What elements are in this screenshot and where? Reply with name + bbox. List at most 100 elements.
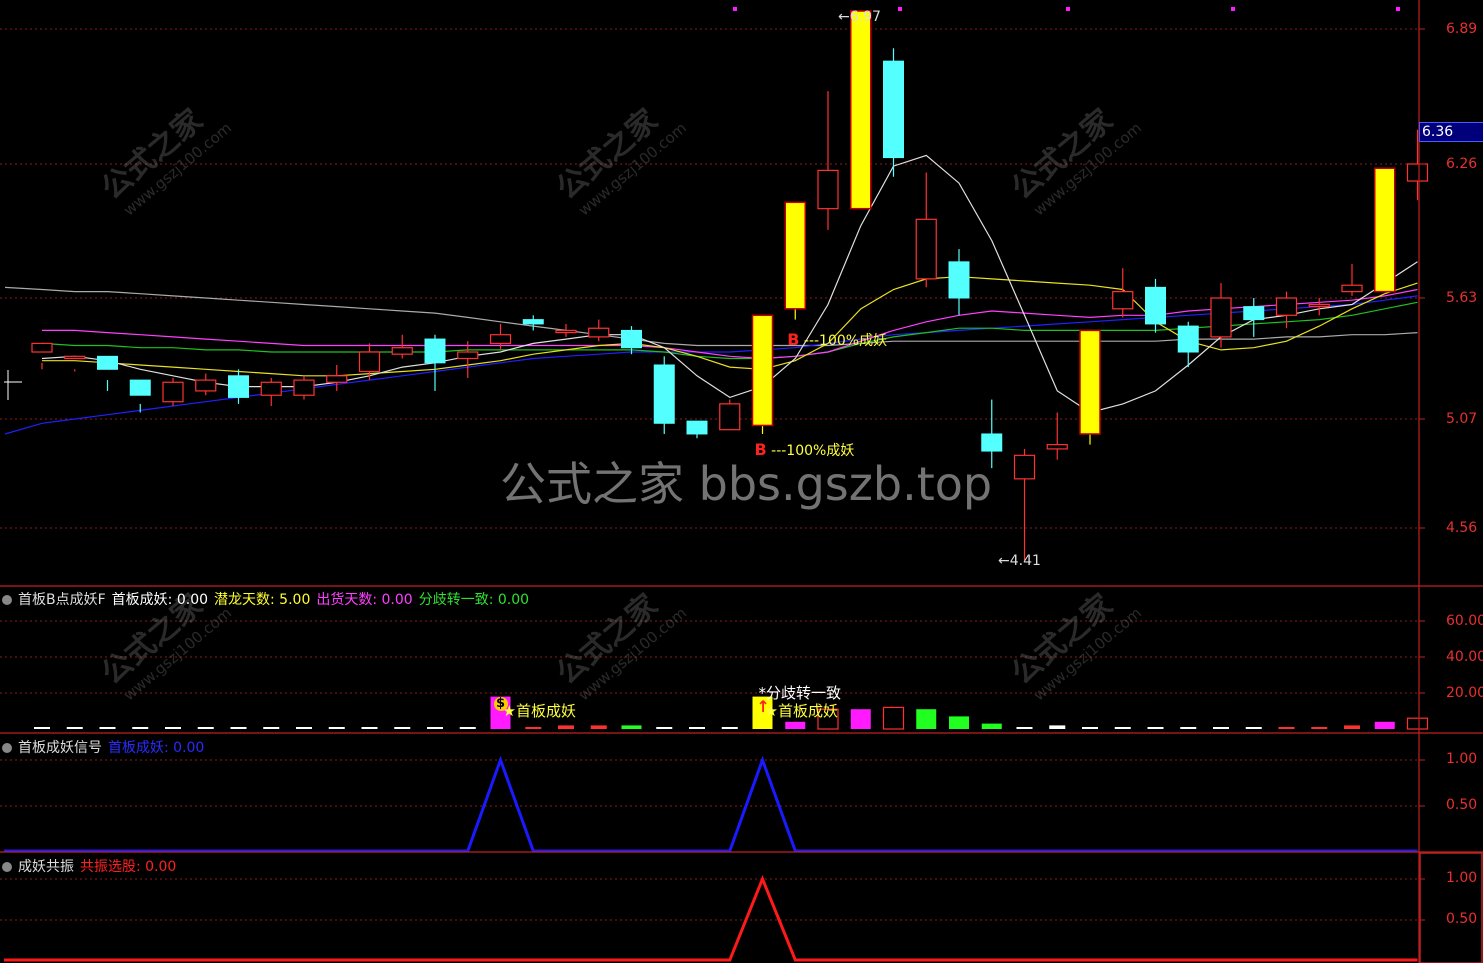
candle-body [1112,291,1134,310]
indicator-bar [132,727,149,729]
left-arrow-icon: ← [838,9,850,25]
candlestick [293,375,315,400]
candle-body [1046,444,1068,450]
panel1-tick: 40.00 [1446,649,1483,665]
candle-body [1210,297,1232,338]
indicator-bar [1344,725,1360,729]
fenqi-label: *分歧转一致 [758,684,842,702]
panel1-tick: 60.00 [1446,613,1483,629]
candle-body [457,351,479,360]
panel1-field-shouban: 首板成妖: 0.00 [111,592,209,608]
candlestick [326,364,348,391]
candlestick [588,319,610,342]
shouban-label: ★首板成妖 [765,700,838,721]
ma5-line [41,154,1418,414]
panel1-field-chuhuo: 出货天数: 0.00 [316,592,413,608]
candlestick [1308,298,1330,316]
indicator-bar [263,727,280,729]
indicator-bar [882,706,905,730]
indicator-bar [99,727,116,729]
panel1-header: 首板B点成妖F 首板成妖: 0.00 潜龙天数: 5.00 出货天数: 0.00 分歧转… [2,589,535,609]
indicator-bar [1213,727,1229,729]
indicator-bar [1082,727,1098,729]
candlestick [850,10,872,210]
panel1-field-qianlong: 潜龙天数: 5.00 [214,592,311,608]
indicator-bar [1311,727,1328,729]
candle-body [1177,325,1199,353]
shouban-label-text: 首板成妖 [515,702,576,720]
candlestick [686,420,708,439]
indicator-bar [1180,727,1197,729]
candlestick [391,334,413,359]
candle-body [31,342,53,353]
panel3-title: 成妖共振 [18,859,74,875]
candle-body [915,218,937,280]
panel2-header: 首板成妖信号 首板成妖: 0.00 [2,737,210,757]
panel2-title: 首板成妖信号 [18,740,102,756]
candle-body [162,381,184,403]
candlestick [1079,329,1101,445]
candlestick [31,342,53,370]
indicator-bar [1278,727,1295,729]
panel-toggle-icon[interactable] [2,595,12,605]
indicator-bar [165,727,181,729]
candlestick [1243,298,1265,337]
candlestick [522,315,544,331]
ma120-line [4,286,1418,347]
candlestick [948,249,970,316]
candle-body [1275,297,1298,316]
indicator-bar [1049,725,1066,729]
candlestick [1013,448,1036,560]
indicator-bar [850,709,871,729]
indicator-bar [1016,727,1033,729]
top-marker [1066,7,1070,11]
buy-signal-letter: B [754,440,767,460]
panel1-tick: 20.00 [1446,685,1483,701]
candlestick [260,377,282,407]
candle-body [588,327,610,338]
candlestick [1046,412,1068,460]
panel3-field-gongzhen: 共振选股: 0.00 [80,859,177,875]
candle-body [326,375,348,383]
indicator-bar [785,721,806,729]
candlestick [1145,278,1166,333]
candlestick [195,373,217,396]
candle-body [358,351,381,373]
moving-average-lines [4,154,1418,435]
indicator-bar [197,727,214,729]
indicator-bar [916,709,937,729]
candle-body [129,379,151,396]
candlestick [1112,268,1134,318]
candlestick [1210,283,1232,348]
candle-body [1079,329,1101,435]
candle-body [1341,284,1363,293]
left-arrow-icon: ← [998,553,1010,569]
indicator-bar [656,727,673,729]
candle-body [1243,306,1265,321]
indicator-bar [1114,727,1131,729]
panel-toggle-icon[interactable] [2,743,12,753]
panel1-title: 首板B点成妖F [18,592,106,608]
indicator-bar [394,727,411,729]
panel2-field-shouban: 首板成妖: 0.00 [108,740,205,756]
candlestick [162,377,184,407]
candle-body [228,375,249,398]
candle-body [948,261,970,299]
candlestick [653,356,675,434]
candle-body [260,381,282,396]
indicator-bar [1245,727,1262,729]
indicator-bar [590,725,607,729]
indicator-bar [689,727,705,729]
panel2-tick: 1.00 [1446,751,1478,767]
indicator-bar [427,727,443,729]
candle-body [719,403,741,431]
panel1-bars [34,696,1429,730]
candlestick [1341,263,1363,296]
top-marker [1396,7,1400,11]
panel-toggle-icon[interactable] [2,862,12,872]
buy-signal-text: ---100%成妖 [771,443,855,460]
indicator-bar [459,727,476,729]
price-tick: 5.07 [1446,411,1478,427]
stock-chart-window: 公式之家 www.gszj100.com 公式之家 www.gszj100.co… [0,0,1483,963]
indicator-bar [1374,721,1395,729]
